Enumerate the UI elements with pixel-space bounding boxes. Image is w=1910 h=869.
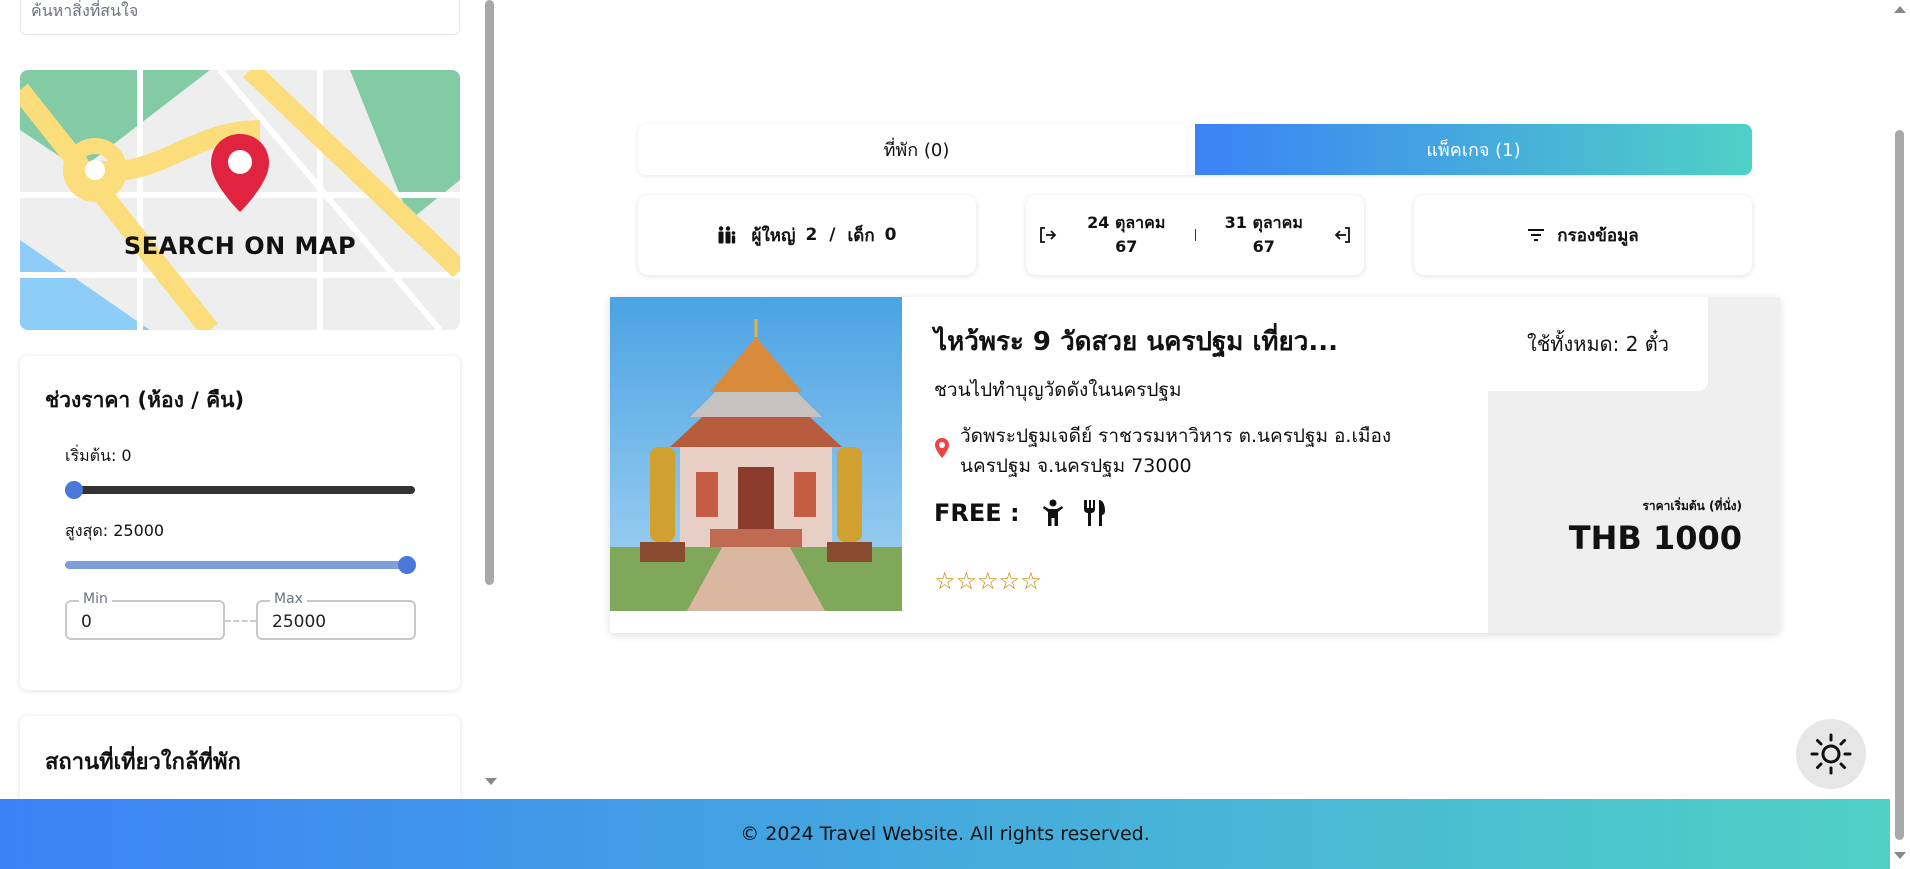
date-range: 24 ตุลาคม 67 31 ตุลาคม 67 — [1026, 211, 1364, 259]
package-subtitle: ชวนไปทำบุญวัดดังในนครปฐม — [934, 379, 1182, 401]
adults-label: ผู้ใหญ่ — [751, 225, 796, 246]
family-icon — [718, 226, 736, 244]
sidebar-scrollbar[interactable] — [484, 0, 497, 800]
date-divider — [1194, 229, 1196, 241]
scroll-up-icon[interactable] — [1894, 6, 1906, 13]
free-label: FREE : — [934, 499, 1020, 527]
max-price-field[interactable]: Max 25000 — [256, 591, 416, 640]
filter-icon — [1528, 229, 1545, 241]
footer: © 2024 Travel Website. All rights reserv… — [0, 799, 1890, 869]
star-icon: ☆ — [998, 567, 1021, 595]
min-field-label: Min — [79, 591, 112, 607]
adults-count: 2 — [805, 225, 818, 245]
package-image[interactable] — [610, 297, 902, 611]
max-field-value: 25000 — [272, 612, 327, 632]
package-card[interactable]: ไหว้พระ 9 วัดสวย นครปฐม เที่ยว... ชวนไปท… — [610, 297, 1780, 633]
fork-knife-icon — [1083, 500, 1105, 526]
price-panel: ใช้ทั้งหมด: 2 ตั๋ว ราคาเริ่มต้น (ที่นั่ง… — [1488, 297, 1780, 633]
package-title[interactable]: ไหว้พระ 9 วัดสวย นครปฐม เที่ยว... — [934, 321, 1338, 362]
child-icon — [1042, 499, 1063, 526]
search-placeholder: ค้นหาสิ่งที่สนใจ — [31, 1, 139, 20]
min-price-slider-thumb[interactable] — [65, 481, 83, 499]
tab-accommodation[interactable]: ที่พัก (0) — [638, 124, 1195, 175]
page-scrollbar[interactable] — [1890, 0, 1910, 869]
result-tabs: ที่พัก (0) แพ็คเกจ (1) — [638, 124, 1752, 175]
ticket-usage: ใช้ทั้งหมด: 2 ตั๋ว — [1488, 297, 1708, 391]
price-caption: ราคาเริ่มต้น (ที่นั่ง) — [1642, 499, 1742, 513]
check-out-line1: 31 ตุลาคม — [1224, 213, 1303, 232]
price-start-label: เริ่มต้น: 0 — [65, 446, 132, 465]
rating-stars: ☆ ☆ ☆ ☆ ☆ — [934, 569, 1042, 593]
map-pin-icon — [211, 134, 269, 212]
scroll-down-icon[interactable] — [1894, 852, 1906, 859]
children-label: เด็ก — [847, 225, 875, 246]
star-icon: ☆ — [934, 567, 956, 595]
theme-toggle-button[interactable] — [1796, 719, 1866, 789]
check-in-icon — [1040, 227, 1057, 243]
check-in-line2: 67 — [1115, 237, 1138, 256]
star-icon: ☆ — [1020, 567, 1042, 595]
footer-copyright: © 2024 Travel Website. All rights reserv… — [740, 823, 1150, 845]
price-range-title: ช่วงราคา (ห้อง / คืน) — [45, 388, 245, 412]
check-in-line1: 24 ตุลาคม — [1087, 213, 1166, 232]
temple-illustration — [610, 297, 902, 611]
page-scrollbar-thumb[interactable] — [1895, 130, 1904, 840]
star-icon: ☆ — [955, 567, 978, 595]
search-input[interactable]: ค้นหาสิ่งที่สนใจ — [20, 0, 460, 35]
max-field-label: Max — [270, 591, 307, 607]
children-count: 0 — [884, 225, 897, 245]
star-icon: ☆ — [977, 567, 999, 595]
min-price-field[interactable]: Min 0 — [65, 591, 225, 640]
sun-icon — [1810, 733, 1852, 775]
page: ค้นหาสิ่งที่สนใจ SEARCH ON MAP ช่วงราคา … — [0, 0, 1910, 869]
sidebar: ค้นหาสิ่งที่สนใจ SEARCH ON MAP ช่วงราคา … — [0, 0, 480, 800]
tab-package[interactable]: แพ็คเกจ (1) — [1195, 124, 1752, 175]
range-separator — [225, 620, 256, 622]
check-out-line2: 67 — [1252, 237, 1275, 256]
max-price-slider[interactable] — [65, 561, 415, 569]
sidebar-scrollbar-thumb[interactable] — [485, 0, 494, 585]
guests-separator: / — [829, 225, 836, 245]
min-field-value: 0 — [81, 612, 92, 632]
check-out-date[interactable]: 31 ตุลาคม 67 — [1204, 211, 1324, 259]
free-amenities: FREE : — [934, 499, 1124, 527]
max-price-slider-thumb[interactable] — [398, 556, 416, 574]
check-in-date[interactable]: 24 ตุลาคม 67 — [1066, 211, 1186, 259]
sidebar-scroll-down-icon[interactable] — [485, 778, 497, 785]
price-max-label: สูงสุด: 25000 — [65, 521, 165, 540]
nearby-attractions-title: สถานที่เที่ยวใกล้ที่พัก — [45, 750, 241, 775]
min-price-slider[interactable] — [65, 486, 415, 494]
filter-button[interactable]: กรองข้อมูล — [1414, 195, 1752, 275]
guests-selector[interactable]: ผู้ใหญ่ 2 / เด็ก 0 — [638, 195, 976, 275]
search-on-map-card[interactable]: SEARCH ON MAP — [20, 70, 460, 330]
filter-label: กรองข้อมูล — [1557, 225, 1639, 246]
check-out-icon — [1334, 227, 1350, 243]
package-address: วัดพระปฐมเจดีย์ ราชวรมหาวิหาร ต.นครปฐม อ… — [960, 425, 1392, 477]
nearby-attractions-card: สถานที่เที่ยวใกล้ที่พัก — [20, 716, 460, 800]
date-selector[interactable]: 24 ตุลาคม 67 31 ตุลาคม 67 — [1026, 195, 1364, 275]
package-price: THB 1000 — [1568, 519, 1742, 557]
search-on-map-label: SEARCH ON MAP — [123, 232, 357, 260]
location-pin-icon — [935, 438, 949, 458]
price-range-card: ช่วงราคา (ห้อง / คืน) เริ่มต้น: 0 สูงสุด… — [20, 356, 460, 690]
